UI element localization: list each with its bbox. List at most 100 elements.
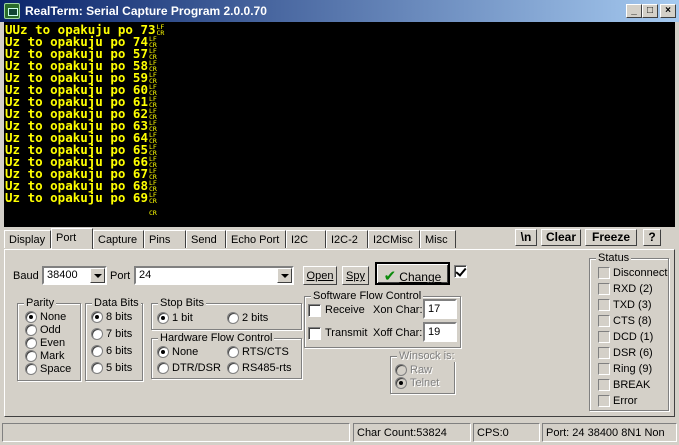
tab-echo-port[interactable]: Echo Port [226, 230, 286, 248]
help-button[interactable]: ? [643, 229, 661, 246]
radio-label: Odd [40, 324, 61, 337]
status-bar: Char Count:53824 CPS:0 Port: 24 38400 8N… [0, 421, 679, 445]
status-led [598, 363, 610, 375]
cps-readout: CPS:0 [473, 423, 540, 442]
statusbar-empty [2, 423, 350, 442]
status-label-break: BREAK [613, 379, 651, 391]
change-button[interactable]: ✔ Change [375, 262, 450, 285]
baud-value: 38400 [47, 269, 78, 281]
status-led [598, 315, 610, 327]
radio-dot[interactable] [25, 337, 37, 350]
tab-capture[interactable]: Capture [93, 230, 144, 248]
xon-label: Xon Char: [373, 304, 423, 316]
receive-checkbox[interactable] [308, 304, 321, 317]
minimize-button[interactable]: _ [626, 4, 642, 18]
freeze-button[interactable]: Freeze [585, 229, 637, 246]
spy-button[interactable]: Spy [342, 266, 369, 285]
status-label-rxd-2: RXD (2) [613, 283, 653, 295]
status-label-disconnect: Disconnect [613, 267, 668, 279]
radio-dot[interactable] [91, 311, 103, 324]
tab-pins[interactable]: Pins [144, 230, 186, 248]
change-checkbox[interactable] [454, 265, 467, 278]
tab-i2c[interactable]: I2C [286, 230, 326, 248]
radio-label: Space [40, 363, 72, 376]
radio-label: 8 bits [106, 311, 133, 324]
close-button[interactable]: × [660, 4, 676, 18]
tab-i2c-2[interactable]: I2C-2 [326, 230, 368, 248]
port-info: Port: 24 38400 8N1 Non [542, 423, 677, 442]
status-label-txd-3: TXD (3) [613, 299, 652, 311]
databits-title: Data Bits [92, 297, 141, 309]
radio-dot[interactable] [25, 350, 37, 363]
radio-dot[interactable] [91, 328, 103, 341]
cr-marker: CR [149, 209, 157, 217]
status-led [598, 299, 610, 311]
port-select[interactable]: 24 [134, 266, 294, 285]
radio-dot[interactable] [91, 362, 103, 375]
status-label-dsr-6: DSR (6) [613, 347, 653, 359]
radio-dot[interactable] [25, 311, 37, 324]
open-button[interactable]: Open [303, 266, 337, 285]
tab-port[interactable]: Port [51, 228, 93, 249]
radio-dot[interactable] [25, 324, 37, 337]
parity-odd-radio[interactable]: Odd [25, 324, 61, 337]
maximize-button[interactable]: □ [642, 4, 658, 18]
stopbits-2-radio[interactable]: 2 bits [227, 312, 268, 325]
transmit-label: Transmit [325, 327, 368, 339]
baud-select[interactable]: 38400 [42, 266, 107, 285]
tab-misc[interactable]: Misc [420, 230, 456, 248]
check-icon: ✔ [383, 268, 397, 285]
tab-display[interactable]: Display [4, 230, 51, 248]
hwflow-rtscts-radio[interactable]: RTS/CTS [227, 346, 289, 359]
databits-5-bits-radio[interactable]: 5 bits [91, 362, 132, 375]
parity-none-radio[interactable]: None [25, 311, 66, 324]
chevron-down-icon[interactable] [90, 268, 105, 283]
parity-space-radio[interactable]: Space [25, 363, 71, 376]
swflow-title: Software Flow Control [311, 290, 424, 302]
radio-label: Even [40, 337, 66, 350]
port-value: 24 [139, 269, 152, 281]
status-label-cts-8: CTS (8) [613, 315, 652, 327]
databits-6-bits-radio[interactable]: 6 bits [91, 345, 132, 358]
databits-8-bits-radio[interactable]: 8 bits [91, 311, 132, 324]
radio-dot[interactable] [91, 345, 103, 358]
winsock-raw-radio[interactable]: Raw [395, 364, 432, 377]
crlf-marker: LF CR [157, 24, 165, 37]
xon-input[interactable]: 17 [423, 299, 457, 319]
char-count: Char Count:53824 [353, 423, 471, 442]
stopbits-title: Stop Bits [158, 297, 207, 309]
hwflow-dtrdsr-radio[interactable]: DTR/DSR [157, 362, 221, 375]
clear-button[interactable]: Clear [541, 229, 581, 246]
winsock-title: Winsock is: [397, 350, 457, 362]
baud-label: Baud [13, 270, 39, 282]
status-led [598, 395, 610, 407]
newline-button[interactable]: \n [515, 229, 537, 246]
window-title: RealTerm: Serial Capture Program 2.0.0.7… [25, 4, 267, 18]
hwflow-none-radio[interactable]: None [157, 346, 198, 359]
transmit-checkbox[interactable] [308, 327, 321, 340]
radio-label: 7 bits [106, 328, 133, 341]
status-label-error: Error [613, 395, 638, 407]
status-title: Status [596, 252, 632, 264]
tab-strip: Display Port Capture Pins Send Echo Port I2C I2… [4, 228, 464, 249]
radio-label: 5 bits [106, 362, 133, 375]
radio-dot[interactable] [25, 363, 37, 376]
status-led [598, 283, 610, 295]
xoff-input[interactable]: 19 [423, 322, 457, 342]
chevron-down-icon[interactable] [277, 268, 292, 283]
xoff-label: Xoff Char: [373, 327, 423, 339]
parity-even-radio[interactable]: Even [25, 337, 65, 350]
winsock-telnet-radio[interactable]: Telnet [395, 377, 439, 390]
status-label-ring-9: Ring (9) [613, 363, 653, 375]
status-led [598, 331, 610, 343]
stopbits-1-radio[interactable]: 1 bit [157, 312, 193, 325]
terminal-display[interactable]: UUz to opakuju po 73 LF CR Uz to opakuju po… [4, 22, 675, 227]
radio-label: 6 bits [106, 345, 133, 358]
hwflow-rs485-radio[interactable]: RS485-rts [227, 362, 292, 375]
parity-mark-radio[interactable]: Mark [25, 350, 64, 363]
tab-i2cmisc[interactable]: I2CMisc [368, 230, 420, 248]
databits-7-bits-radio[interactable]: 7 bits [91, 328, 132, 341]
tab-send[interactable]: Send [186, 230, 226, 248]
status-led [598, 267, 610, 279]
app-icon [4, 3, 20, 19]
